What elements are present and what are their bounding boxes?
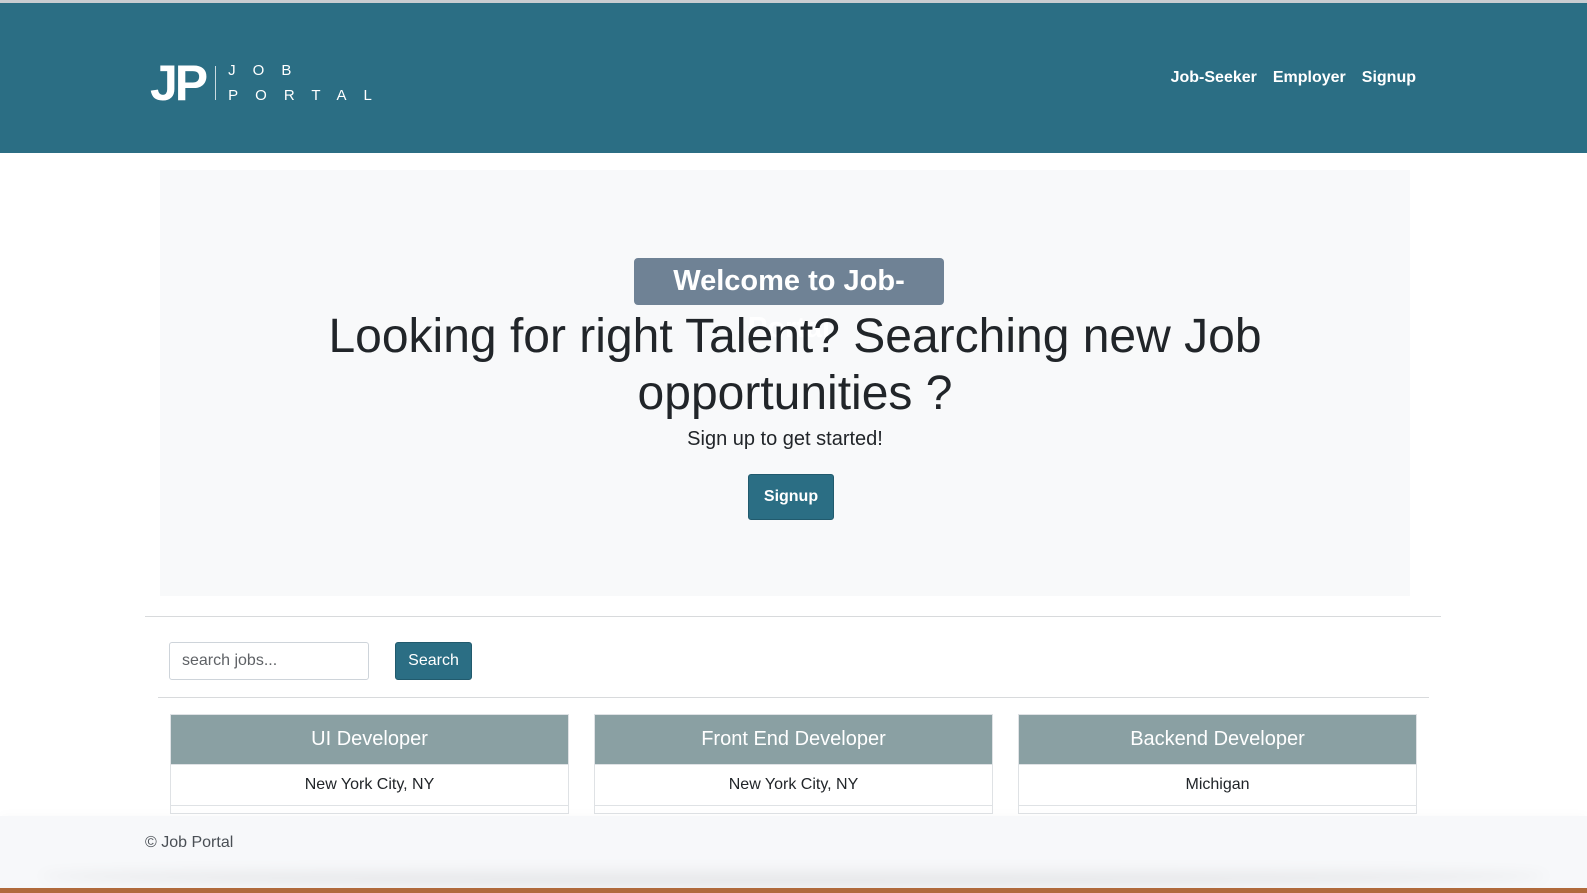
logo-word-job: JOB — [228, 62, 309, 79]
desktop-edge — [0, 888, 1587, 893]
welcome-badge: Welcome to Job-Portal — [634, 258, 944, 344]
logo-word-portal: PORTAL — [228, 87, 389, 104]
logo-divider — [215, 66, 217, 100]
nav-link-employer[interactable]: Employer — [1273, 69, 1346, 87]
footer-copyright: © Job Portal — [145, 834, 234, 851]
divider — [145, 616, 1441, 617]
job-title: Front End Developer — [595, 715, 992, 765]
window-shadow — [40, 866, 1547, 886]
search-button[interactable]: Search — [395, 642, 472, 680]
nav-link-job-seeker[interactable]: Job-Seeker — [1171, 69, 1257, 87]
job-title: UI Developer — [171, 715, 568, 765]
logo[interactable]: JP JOB PORTAL — [150, 55, 389, 111]
job-card[interactable]: Backend Developer Michigan — [1018, 714, 1417, 814]
logo-mark: JP — [150, 55, 208, 111]
nav-links: Job-Seeker Employer Signup — [1171, 69, 1416, 87]
logo-words: JOB PORTAL — [228, 63, 389, 103]
search-input[interactable] — [169, 642, 369, 680]
job-location: Michigan — [1019, 765, 1416, 806]
hero-subhead: Sign up to get started! — [687, 428, 883, 450]
job-title: Backend Developer — [1019, 715, 1416, 765]
job-card[interactable]: UI Developer New York City, NY — [170, 714, 569, 814]
hero-signup-button[interactable]: Signup — [748, 474, 834, 520]
nav-link-signup[interactable]: Signup — [1362, 69, 1416, 87]
hero-headline: Looking for right Talent? Searching new … — [328, 310, 1262, 420]
divider — [158, 697, 1429, 698]
page: JP JOB PORTAL Job-Seeker Employer Signup… — [0, 0, 1587, 893]
job-location: New York City, NY — [171, 765, 568, 806]
navbar: JP JOB PORTAL Job-Seeker Employer Signup — [0, 3, 1587, 153]
job-location: New York City, NY — [595, 765, 992, 806]
job-card[interactable]: Front End Developer New York City, NY — [594, 714, 993, 814]
